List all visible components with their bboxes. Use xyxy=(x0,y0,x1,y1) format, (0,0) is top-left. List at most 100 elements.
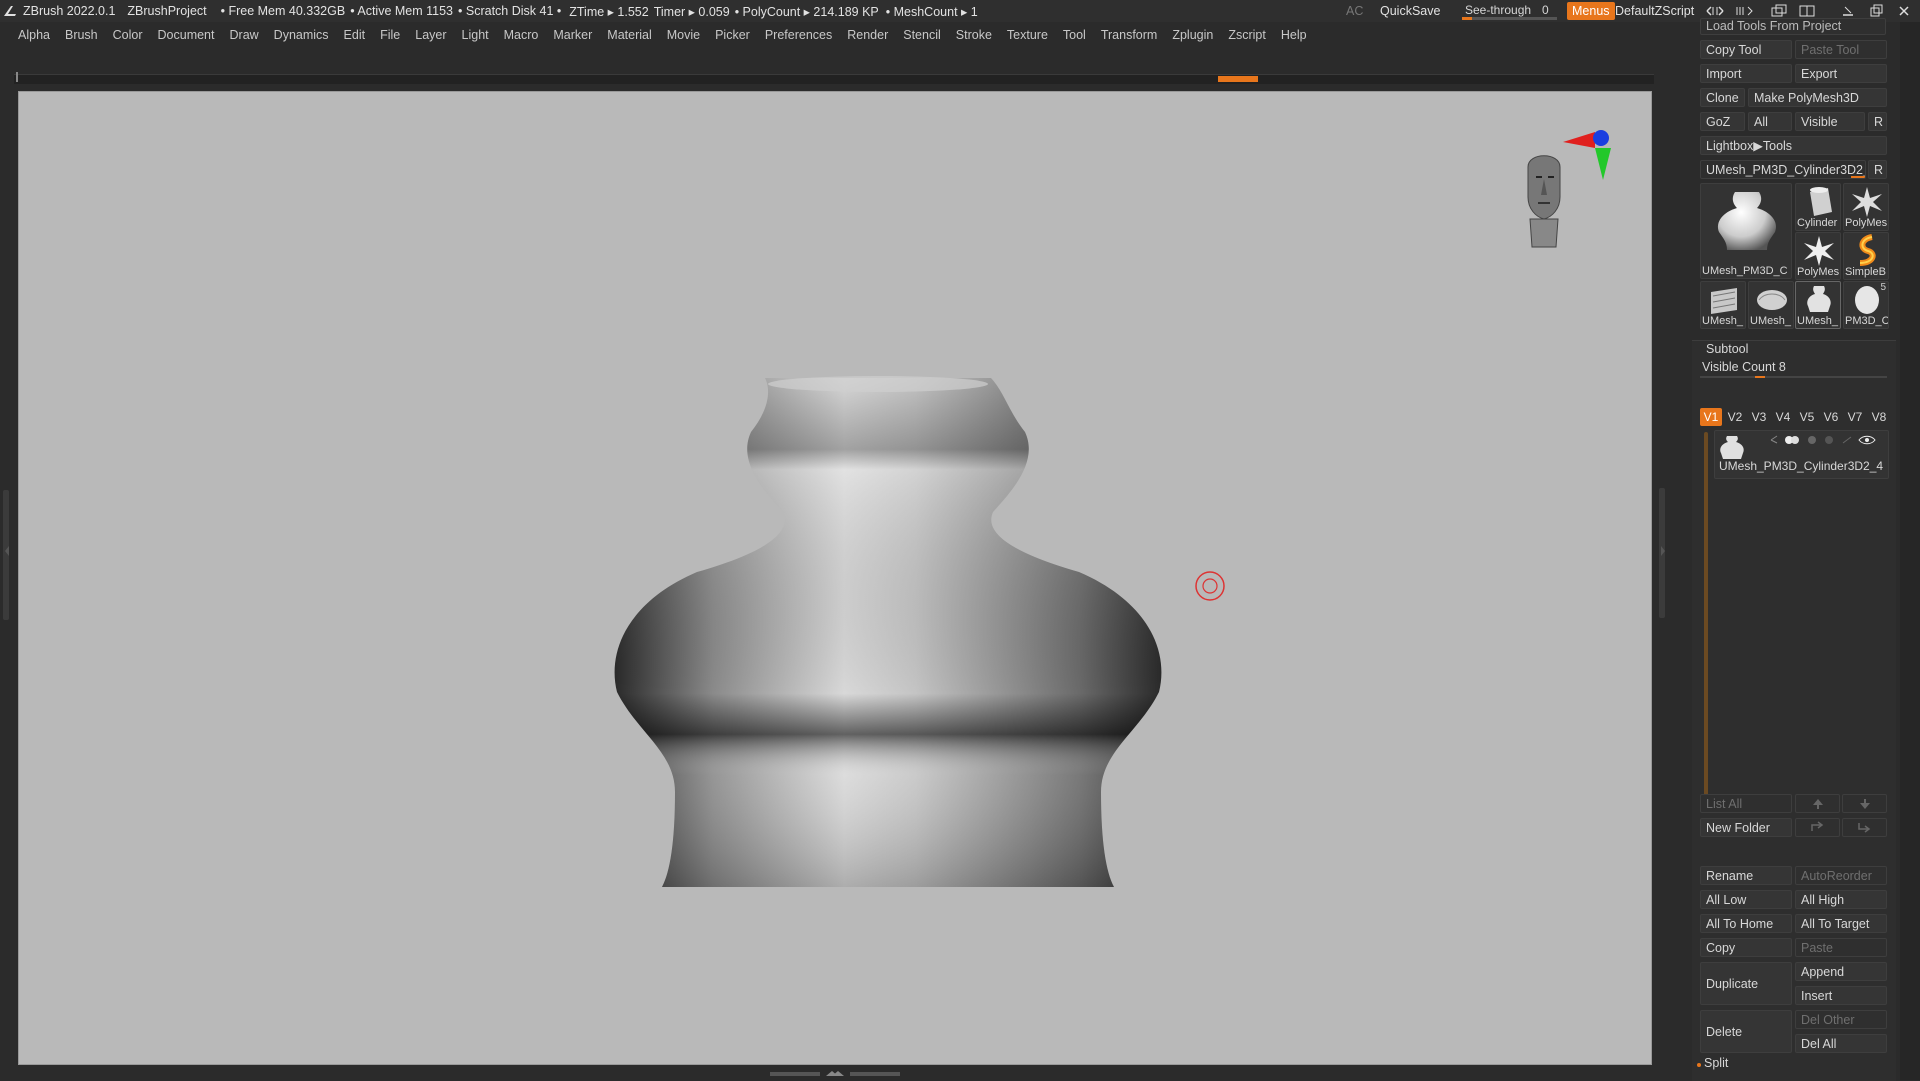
menu-edit[interactable]: Edit xyxy=(344,28,366,42)
subtool-view-v4[interactable]: V4 xyxy=(1772,408,1794,426)
tool-thumb-umesh-3[interactable]: UMesh_ xyxy=(1795,281,1841,329)
menu-color[interactable]: Color xyxy=(113,28,143,42)
subtool-title[interactable]: Subtool xyxy=(1706,342,1748,356)
window-cascade-icon[interactable] xyxy=(1770,3,1788,19)
top-shelf[interactable] xyxy=(14,74,1654,84)
subtool-view-v8[interactable]: V8 xyxy=(1868,408,1890,426)
del-all-button[interactable]: Del All xyxy=(1795,1034,1887,1053)
new-folder-button[interactable]: New Folder xyxy=(1700,818,1792,837)
menu-dynamics[interactable]: Dynamics xyxy=(274,28,329,42)
copy-subtool-button[interactable]: Copy xyxy=(1700,938,1792,957)
menu-preferences[interactable]: Preferences xyxy=(765,28,832,42)
menus-toggle[interactable]: Menus xyxy=(1567,2,1615,20)
menu-movie[interactable]: Movie xyxy=(667,28,700,42)
visible-count-slider[interactable]: Visible Count 8 xyxy=(1700,359,1887,378)
all-low-button[interactable]: All Low xyxy=(1700,890,1792,909)
left-tray-arrow-icon[interactable] xyxy=(3,545,11,557)
duplicate-button[interactable]: Duplicate xyxy=(1700,962,1792,1005)
tool-thumb-polymesh-2[interactable]: PolyMes xyxy=(1795,232,1841,280)
import-button[interactable]: Import xyxy=(1700,64,1792,83)
menu-transform[interactable]: Transform xyxy=(1101,28,1158,42)
menu-brush[interactable]: Brush xyxy=(65,28,98,42)
project-name[interactable]: ZBrushProject xyxy=(127,4,206,18)
tool-thumb-main[interactable]: UMesh_PM3D_C xyxy=(1700,183,1792,279)
split-section-header[interactable]: Split xyxy=(1704,1056,1728,1070)
lightbox-tools-button[interactable]: Lightbox▶Tools xyxy=(1700,136,1887,155)
minimize-icon[interactable] xyxy=(1840,3,1856,19)
layout-wide-icon[interactable] xyxy=(1734,4,1756,18)
list-all-button[interactable]: List All xyxy=(1700,794,1792,813)
subtool-view-v1[interactable]: V1 xyxy=(1700,408,1722,426)
menu-tool[interactable]: Tool xyxy=(1063,28,1086,42)
move-up-button[interactable] xyxy=(1795,794,1840,813)
menu-layer[interactable]: Layer xyxy=(415,28,446,42)
see-through-slider[interactable]: See-through 0 xyxy=(1462,1,1562,21)
canvas-viewport[interactable] xyxy=(18,91,1652,1065)
menu-document[interactable]: Document xyxy=(158,28,215,42)
window-tile-icon[interactable] xyxy=(1798,3,1816,19)
folder-move-in-button[interactable] xyxy=(1842,818,1887,837)
quicksave-button[interactable]: QuickSave xyxy=(1380,0,1440,22)
rename-button[interactable]: Rename xyxy=(1700,866,1792,885)
tool-thumb-cylinder[interactable]: Cylinder xyxy=(1795,183,1841,231)
goz-visible-button[interactable]: Visible xyxy=(1795,112,1865,131)
paste-tool-button[interactable]: Paste Tool xyxy=(1795,40,1887,59)
menu-stencil[interactable]: Stencil xyxy=(903,28,941,42)
menu-picker[interactable]: Picker xyxy=(715,28,750,42)
goz-all-button[interactable]: All xyxy=(1748,112,1792,131)
restore-icon[interactable] xyxy=(1868,3,1884,19)
subtool-view-v6[interactable]: V6 xyxy=(1820,408,1842,426)
tool-thumb-pm3d[interactable]: 5 PM3D_C xyxy=(1843,281,1889,329)
make-polymesh3d-button[interactable]: Make PolyMesh3D xyxy=(1748,88,1887,107)
menu-marker[interactable]: Marker xyxy=(553,28,592,42)
bottom-tray-grip[interactable] xyxy=(770,1070,900,1078)
tool-thumb-umesh-1[interactable]: UMesh_ xyxy=(1700,281,1746,329)
all-high-button[interactable]: All High xyxy=(1795,890,1887,909)
menu-help[interactable]: Help xyxy=(1281,28,1307,42)
subtool-view-v7[interactable]: V7 xyxy=(1844,408,1866,426)
menu-zscript[interactable]: Zscript xyxy=(1228,28,1266,42)
copy-tool-button[interactable]: Copy Tool xyxy=(1700,40,1792,59)
menu-material[interactable]: Material xyxy=(607,28,651,42)
menu-light[interactable]: Light xyxy=(462,28,489,42)
goz-r-button[interactable]: R xyxy=(1868,112,1887,131)
default-zscript-button[interactable]: DefaultZScript xyxy=(1615,0,1694,22)
autoreorder-button[interactable]: AutoReorder xyxy=(1795,866,1887,885)
subtool-view-v3[interactable]: V3 xyxy=(1748,408,1770,426)
vase-model[interactable] xyxy=(19,92,1651,1064)
all-to-home-button[interactable]: All To Home xyxy=(1700,914,1792,933)
del-other-button[interactable]: Del Other xyxy=(1795,1010,1887,1029)
axis-gizmo-icon[interactable] xyxy=(1559,122,1629,182)
all-to-target-button[interactable]: All To Target xyxy=(1795,914,1887,933)
subtool-view-v2[interactable]: V2 xyxy=(1724,408,1746,426)
clone-button[interactable]: Clone xyxy=(1700,88,1745,107)
close-icon[interactable] xyxy=(1896,3,1912,19)
menu-macro[interactable]: Macro xyxy=(504,28,539,42)
ac-indicator[interactable]: AC xyxy=(1346,0,1363,22)
menu-alpha[interactable]: Alpha xyxy=(18,28,50,42)
menu-file[interactable]: File xyxy=(380,28,400,42)
tool-thumb-polymesh-1[interactable]: PolyMes xyxy=(1843,183,1889,231)
move-down-button[interactable] xyxy=(1842,794,1887,813)
right-tray-arrow-icon[interactable] xyxy=(1659,545,1667,557)
export-button[interactable]: Export xyxy=(1795,64,1887,83)
current-tool-slider[interactable]: UMesh_PM3D_Cylinder3D2_4 xyxy=(1700,160,1866,179)
layout-narrow-icon[interactable] xyxy=(1705,4,1725,18)
menu-stroke[interactable]: Stroke xyxy=(956,28,992,42)
append-button[interactable]: Append xyxy=(1795,962,1887,981)
subtool-list-scrollbar[interactable] xyxy=(1704,432,1708,812)
tool-thumb-umesh-2[interactable]: UMesh_ xyxy=(1748,281,1794,329)
shelf-marker[interactable] xyxy=(1218,76,1258,82)
folder-move-out-button[interactable] xyxy=(1795,818,1840,837)
tool-thumb-simplebrush[interactable]: SimpleB xyxy=(1843,232,1889,280)
menu-render[interactable]: Render xyxy=(847,28,888,42)
subtool-view-v5[interactable]: V5 xyxy=(1796,408,1818,426)
menu-draw[interactable]: Draw xyxy=(230,28,259,42)
goz-button[interactable]: GoZ xyxy=(1700,112,1745,131)
subtool-item[interactable]: UMesh_PM3D_Cylinder3D2_4 xyxy=(1714,430,1889,479)
load-tools-from-project-button[interactable]: Load Tools From Project xyxy=(1700,18,1886,35)
current-tool-r-button[interactable]: R xyxy=(1868,160,1887,179)
menu-texture[interactable]: Texture xyxy=(1007,28,1048,42)
insert-button[interactable]: Insert xyxy=(1795,986,1887,1005)
paste-subtool-button[interactable]: Paste xyxy=(1795,938,1887,957)
